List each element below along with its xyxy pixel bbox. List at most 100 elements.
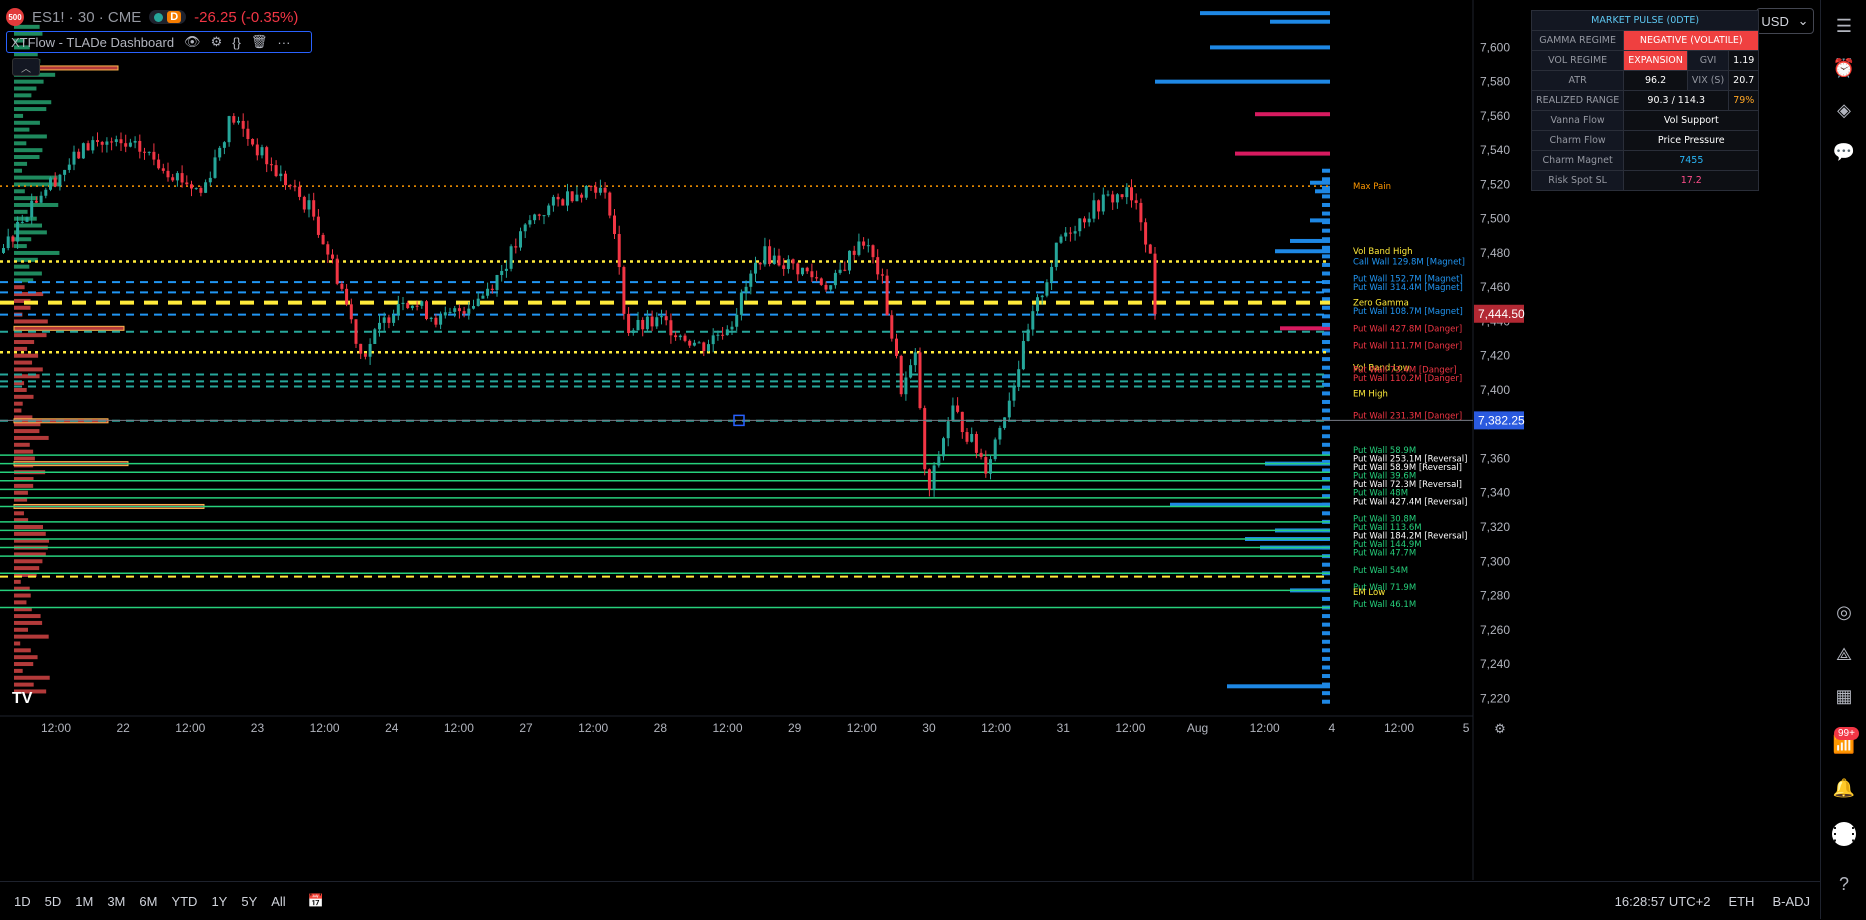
timeframe-1m[interactable]: 1M — [75, 894, 93, 909]
symbol-header: 500 ES1! · 30 · CME D -26.25 (-0.35%) — [6, 8, 298, 26]
candle-body — [744, 286, 748, 293]
candle-body — [462, 311, 466, 314]
candle-body — [598, 187, 602, 193]
session-type[interactable]: ETH — [1728, 894, 1754, 909]
timeframe-6m[interactable]: 6M — [139, 894, 157, 909]
price-tick: 7,280 — [1480, 589, 1510, 603]
bell-icon[interactable]: 🔔 — [1832, 776, 1856, 800]
profile-bar — [14, 620, 43, 625]
candle-body — [166, 170, 170, 178]
candle-body — [105, 141, 109, 145]
collapse-legend-button[interactable]: ︿ — [12, 58, 40, 76]
settings-gear-icon: ⚙ — [1494, 721, 1506, 736]
candle-body — [453, 308, 457, 312]
candle-body — [575, 194, 579, 202]
candle-body — [678, 335, 682, 338]
market-status[interactable]: D — [149, 10, 187, 24]
gex-bar — [1322, 596, 1330, 601]
candle-body — [655, 317, 659, 327]
currency-select[interactable]: USD ⌄ — [1756, 8, 1814, 34]
candle-body — [692, 342, 696, 346]
level-label: Max Pain — [1353, 182, 1391, 192]
chat-icon[interactable]: 💬 — [1832, 140, 1856, 164]
candle-body — [11, 236, 15, 242]
symbol-title[interactable]: ES1! · 30 · CME — [32, 9, 141, 26]
candle-body — [674, 335, 678, 338]
candle-body — [1087, 218, 1091, 223]
gex-bar — [1322, 357, 1330, 362]
timeframe-all[interactable]: All — [271, 894, 285, 909]
candle-body — [335, 258, 339, 284]
level-label: Call Wall 129.8M [Magnet] — [1353, 258, 1465, 268]
trend-icon[interactable]: ⟁ — [1832, 642, 1856, 666]
watchlist-icon[interactable]: ☰ — [1832, 14, 1856, 38]
gex-bar — [1322, 391, 1330, 396]
gex-bar — [1322, 562, 1330, 567]
help-icon[interactable]: ? — [1832, 872, 1856, 896]
candle-body — [481, 295, 485, 299]
price-change: -26.25 (-0.35%) — [194, 8, 299, 26]
timeframe-1y[interactable]: 1Y — [211, 894, 227, 909]
calendar-icon[interactable]: ▦ — [1832, 684, 1856, 708]
profile-bar — [14, 655, 38, 660]
calendar-range-icon[interactable]: 📅 — [308, 893, 324, 909]
time-tick: 12:00 — [310, 721, 340, 735]
timeframe-ytd[interactable]: YTD — [171, 894, 197, 909]
profile-bar — [14, 531, 46, 536]
candle-body — [354, 319, 358, 344]
alerts-clock-icon[interactable]: ⏰ — [1832, 56, 1856, 80]
adjustment-toggle[interactable]: B-ADJ — [1772, 894, 1810, 909]
time-tick: 12:00 — [1115, 721, 1145, 735]
timeframe-5d[interactable]: 5D — [45, 894, 62, 909]
candle-body — [899, 355, 903, 395]
profile-bar — [14, 161, 28, 166]
settings-icon[interactable]: ⚙ — [211, 34, 223, 50]
candle-body — [608, 192, 612, 216]
candle-body — [67, 164, 71, 170]
candle-body — [570, 191, 574, 202]
price-tick: 7,420 — [1480, 349, 1510, 363]
candle-body — [1050, 266, 1054, 283]
more-icon[interactable]: ··· — [277, 35, 290, 50]
candle-body — [641, 319, 645, 330]
layers-icon[interactable]: ◈ — [1832, 98, 1856, 122]
clock-time[interactable]: 16:28:57 UTC+2 — [1615, 894, 1711, 909]
candle-body — [293, 186, 297, 188]
candle-body — [345, 288, 349, 305]
gex-bar — [1322, 408, 1330, 413]
apps-grid-icon[interactable]: ⋮⋮ — [1826, 822, 1862, 846]
candle-body — [284, 173, 287, 186]
candle-body — [1045, 282, 1049, 296]
indicator-name[interactable]: XTFlow - TLADe Dashboard — [11, 35, 174, 50]
gex-bar — [1322, 168, 1330, 173]
candle-body — [815, 277, 819, 279]
profile-bar — [14, 155, 40, 160]
profile-bar — [14, 641, 21, 646]
timeframe-1d[interactable]: 1D — [14, 894, 31, 909]
candle-body — [871, 245, 875, 258]
indicator-legend[interactable]: XTFlow - TLADe Dashboard 👁 ⚙ {} 🗑 ··· — [6, 31, 312, 53]
gex-bar — [1322, 665, 1330, 670]
candle-body — [819, 278, 823, 285]
timeframe-5y[interactable]: 5Y — [241, 894, 257, 909]
source-code-icon[interactable]: {} — [232, 35, 241, 50]
profile-bar — [14, 189, 25, 194]
current-price-label: 7,444.50 — [1478, 307, 1525, 321]
eye-icon[interactable]: 👁 — [184, 34, 201, 50]
candle-body — [2, 248, 5, 253]
timeframe-3m[interactable]: 3M — [107, 894, 125, 909]
profile-bar — [14, 134, 47, 139]
candle-body — [688, 340, 692, 346]
delete-icon[interactable]: 🗑 — [251, 34, 268, 50]
price-tick: 7,320 — [1480, 520, 1510, 534]
candle-body — [617, 234, 621, 268]
time-axis[interactable]: 12:00 22 12:00 23 12:00 24 12:00 27 12:00 28 12:00… — [0, 715, 1506, 736]
candle-body — [1054, 242, 1058, 267]
candle-body — [547, 205, 551, 216]
candle-body — [307, 200, 311, 210]
gex-bar — [1322, 262, 1330, 267]
target-icon[interactable]: ◎ — [1832, 600, 1856, 624]
candle-body — [716, 334, 720, 336]
risk-spot-value: 17.2 — [1623, 170, 1760, 191]
candle-body — [472, 306, 475, 309]
